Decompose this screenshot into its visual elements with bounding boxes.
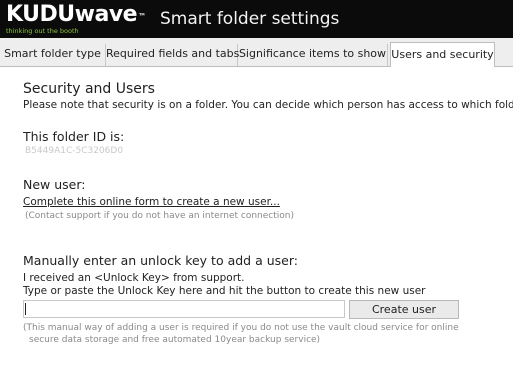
manual-note-line-2: secure data storage and free automated 1…: [29, 335, 321, 345]
trademark-mark: ™: [138, 12, 146, 21]
security-note: Please note that security is on a folder…: [23, 99, 513, 111]
new-user-label: New user:: [23, 177, 86, 192]
logo-tagline: thinking out the booth: [6, 27, 79, 35]
section-heading: Security and Users: [23, 81, 155, 97]
manual-line-1: I received an <Unlock Key> from support.: [23, 272, 245, 284]
folder-id-label: This folder ID is:: [23, 129, 125, 144]
manual-heading: Manually enter an unlock key to add a us…: [23, 253, 298, 268]
create-user-button[interactable]: Create user: [349, 300, 459, 319]
window-title: Smart folder settings: [160, 9, 340, 29]
text-caret: [25, 303, 26, 315]
new-user-form-link[interactable]: Complete this online form to create a ne…: [23, 196, 280, 208]
tab-significance-items[interactable]: Significance items to show: [238, 44, 388, 66]
manual-note-line-1: (This manual way of adding a user is req…: [23, 323, 459, 333]
title-bar: KUDUwave™ thinking out the booth Smart f…: [0, 0, 513, 38]
tab-users-and-security[interactable]: Users and security: [390, 42, 495, 67]
tab-required-fields[interactable]: Required fields and tabs: [106, 44, 239, 66]
tab-smart-folder-type[interactable]: Smart folder type: [0, 44, 106, 66]
folder-id-value: B5449A1C-5C3206D0: [25, 146, 124, 156]
manual-line-2: Type or paste the Unlock Key here and hi…: [23, 285, 426, 297]
tab-strip: Smart folder type Required fields and ta…: [0, 38, 513, 67]
users-security-panel: Security and Users Please note that secu…: [3, 67, 513, 363]
new-user-hint: (Contact support if you do not have an i…: [25, 211, 294, 221]
unlock-key-input[interactable]: [23, 300, 345, 318]
kuduwave-logo: KUDUwave™: [6, 3, 146, 27]
logo-text: KUDUwave: [6, 2, 138, 27]
